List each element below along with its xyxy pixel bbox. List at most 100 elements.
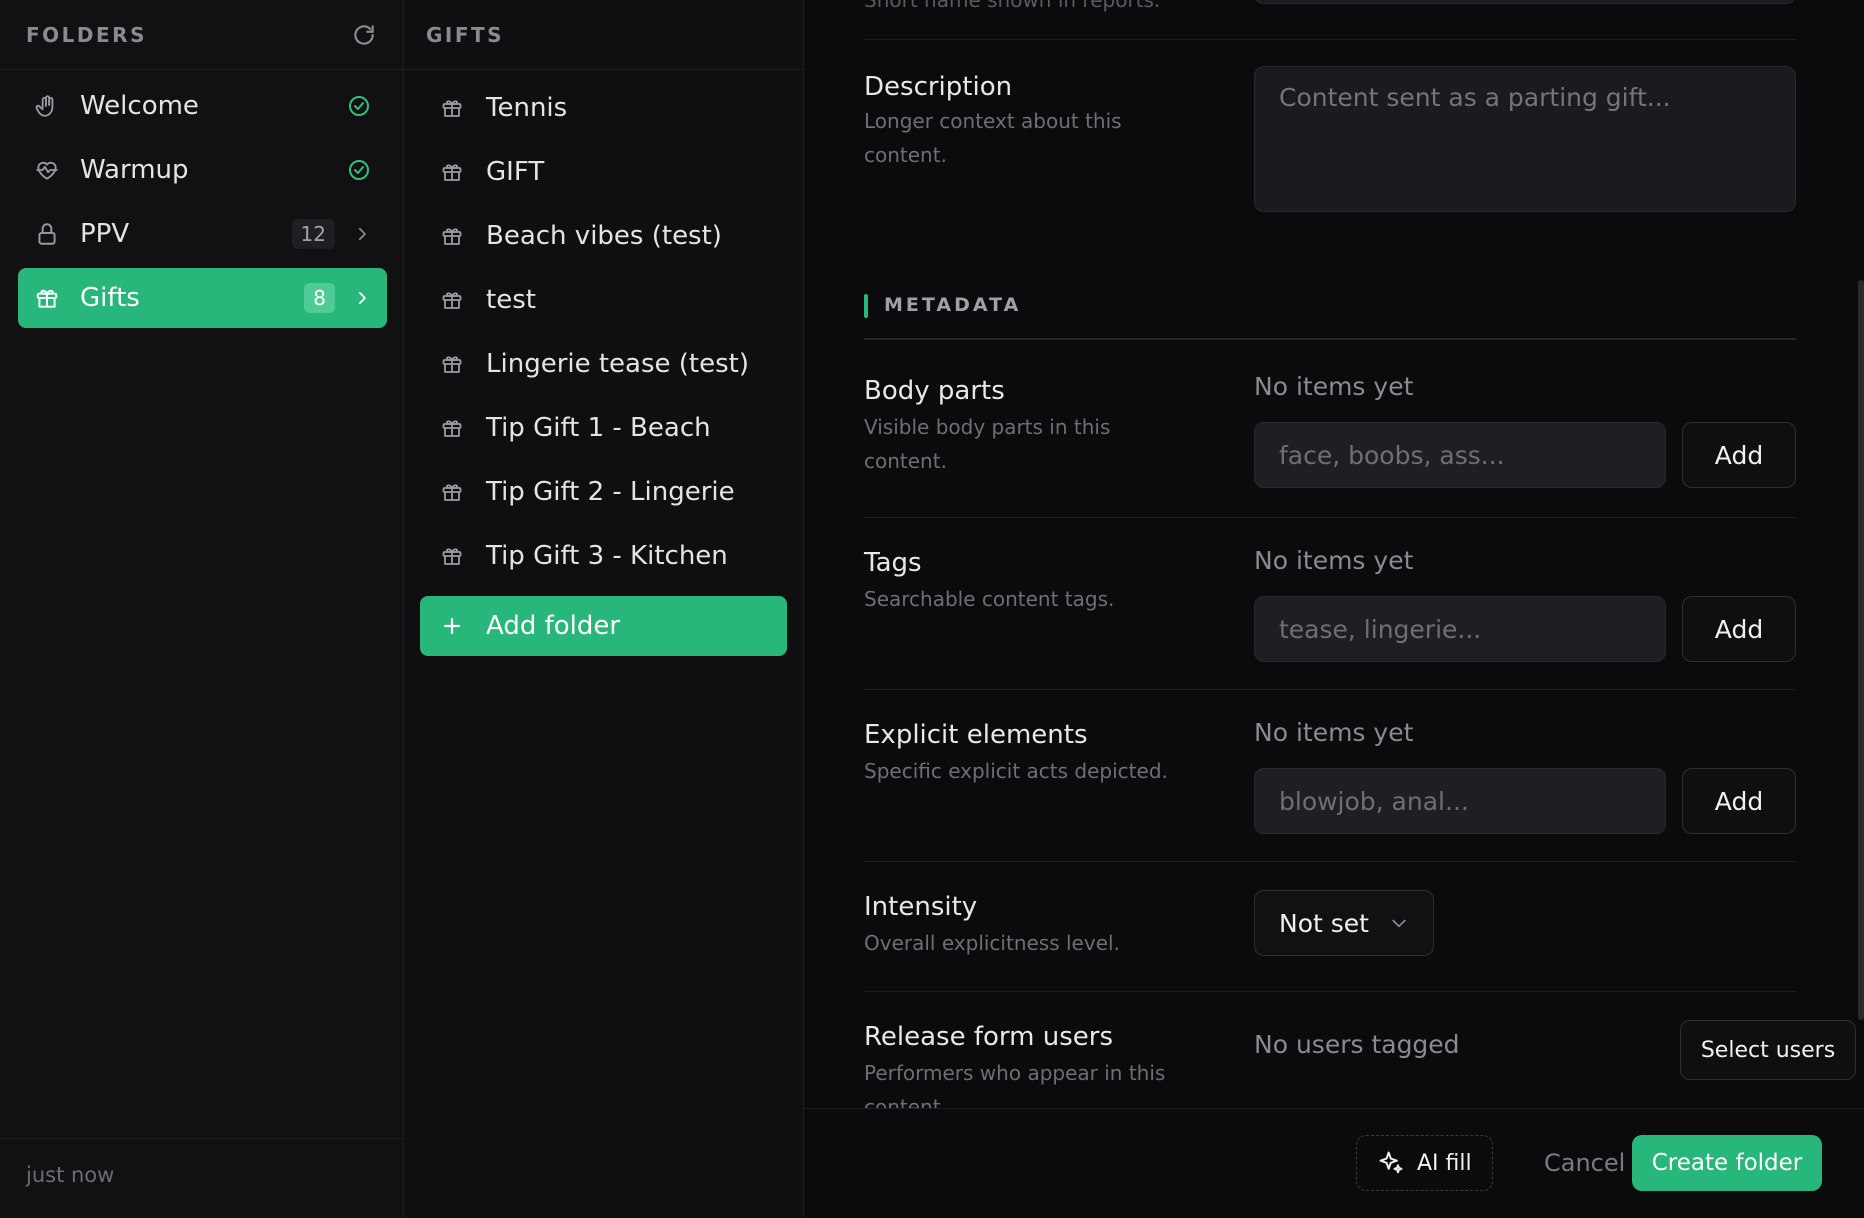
tags-input[interactable] [1254,596,1666,662]
gift-icon [440,288,464,312]
body-parts-label: Body parts [864,376,1005,406]
folder-item-welcome[interactable]: Welcome [18,76,387,136]
folders-header: FOLDERS [0,0,403,70]
gift-item[interactable]: test [420,268,787,332]
gift-item[interactable]: Lingerie tease (test) [420,332,787,396]
folder-label: Gifts [80,283,140,313]
description-textarea[interactable] [1254,66,1796,212]
gift-item[interactable]: Tennis [420,76,787,140]
folder-item-ppv[interactable]: PPV 12 [18,204,387,264]
folders-panel: FOLDERS Welcome Warmup PPV 12 Gifts 8 ju… [0,0,404,1218]
folder-label: Welcome [80,91,199,121]
explicit-help: Specific explicit acts depicted. [864,759,1168,783]
add-folder-label: Add folder [486,611,621,641]
select-users-button[interactable]: Select users [1680,1020,1856,1080]
body-parts-row: Body parts Visible body parts in this co… [864,342,1796,518]
lock-icon [34,221,60,247]
release-help: Performers who appear in this content. [864,1061,1166,1108]
add-folder-button[interactable]: Add folder [420,596,787,656]
name-hint: Short name shown in reports. [864,0,1161,12]
check-circle-icon [347,94,371,118]
intensity-select[interactable]: Not set [1254,890,1434,956]
explicit-empty: No items yet [1254,718,1414,747]
body-parts-empty: No items yet [1254,372,1414,401]
check-circle-icon [347,158,371,182]
description-help: Longer context about this content. [864,109,1122,167]
gift-icon [440,96,464,120]
gift-label: Beach vibes (test) [486,221,722,251]
release-row: Release form users Performers who appear… [864,992,1856,1108]
tags-row: Tags Searchable content tags. No items y… [864,518,1796,690]
gift-icon [440,544,464,568]
gift-label: Tip Gift 2 - Lingerie [486,477,735,507]
name-input[interactable] [1254,0,1796,4]
description-label: Description [864,72,1013,102]
tags-label: Tags [864,548,922,578]
scrollbar[interactable] [1858,280,1864,1020]
folder-item-warmup[interactable]: Warmup [18,140,387,200]
gift-label: GIFT [486,157,545,187]
hand-icon [34,93,60,119]
form-scroll-area[interactable]: Short name shown in reports. Description… [804,0,1864,1108]
metadata-title: METADATA [884,294,1022,316]
explicit-row: Explicit elements Specific explicit acts… [864,690,1796,862]
body-parts-add-button[interactable]: Add [1682,422,1796,488]
tags-empty: No items yet [1254,546,1414,575]
explicit-label: Explicit elements [864,720,1088,750]
sparkles-icon [1377,1149,1405,1177]
intensity-value: Not set [1279,908,1369,938]
folder-label: PPV [80,219,130,249]
gift-icon [440,480,464,504]
gift-item[interactable]: Tip Gift 2 - Lingerie [420,460,787,524]
count-badge: 8 [304,283,335,313]
refresh-icon[interactable] [351,22,377,48]
intensity-label: Intensity [864,892,978,922]
gift-icon [440,160,464,184]
body-parts-input[interactable] [1254,422,1666,488]
gift-label: Tip Gift 1 - Beach [486,413,711,443]
release-empty: No users tagged [1254,1030,1460,1059]
gift-item[interactable]: GIFT [420,140,787,204]
gift-label: Lingerie tease (test) [486,349,750,379]
last-synced-text: just now [0,1138,403,1218]
gift-icon [440,416,464,440]
gift-item[interactable]: Tip Gift 1 - Beach [420,396,787,460]
description-row: Description Longer context about this co… [864,40,1796,250]
cancel-button[interactable]: Cancel [1524,1135,1645,1191]
chevron-down-icon [1389,913,1409,933]
ai-fill-button[interactable]: AI fill [1356,1135,1493,1191]
gift-label: Tennis [486,93,568,123]
folders-title: FOLDERS [26,22,147,47]
body-parts-help: Visible body parts in this content. [864,415,1111,473]
gift-icon [34,285,60,311]
folder-label: Warmup [80,155,189,185]
explicit-input[interactable] [1254,768,1666,834]
heart-pulse-icon [34,157,60,183]
gift-label: test [486,285,536,315]
gifts-title: GIFTS [426,22,505,47]
intensity-help: Overall explicitness level. [864,931,1120,955]
gift-item[interactable]: Tip Gift 3 - Kitchen [420,524,787,588]
intensity-row: Intensity Overall explicitness level. No… [864,862,1796,992]
folder-list: Welcome Warmup PPV 12 Gifts 8 [0,70,403,328]
gift-list: Tennis GIFT Beach vibes (test) test Ling… [404,70,803,656]
gift-label: Tip Gift 3 - Kitchen [486,541,728,571]
folder-item-gifts[interactable]: Gifts 8 [18,268,387,328]
metadata-section-header: METADATA [864,290,1796,340]
tags-add-button[interactable]: Add [1682,596,1796,662]
chevron-right-icon [353,289,371,307]
create-folder-button[interactable]: Create folder [1632,1135,1822,1191]
release-label: Release form users [864,1022,1113,1052]
gifts-panel: GIFTS Tennis GIFT Beach vibes (test) tes… [404,0,804,1218]
form-footer: AI fill Cancel Create folder [804,1108,1864,1218]
gift-icon [440,224,464,248]
chevron-right-icon [353,225,371,243]
gift-item[interactable]: Beach vibes (test) [420,204,787,268]
section-accent-bar [864,294,868,318]
explicit-add-button[interactable]: Add [1682,768,1796,834]
name-row-remnant: Short name shown in reports. [864,0,1796,40]
tags-help: Searchable content tags. [864,587,1115,611]
plus-icon [440,614,464,638]
folder-form-panel: Short name shown in reports. Description… [804,0,1864,1218]
count-badge: 12 [291,219,335,249]
